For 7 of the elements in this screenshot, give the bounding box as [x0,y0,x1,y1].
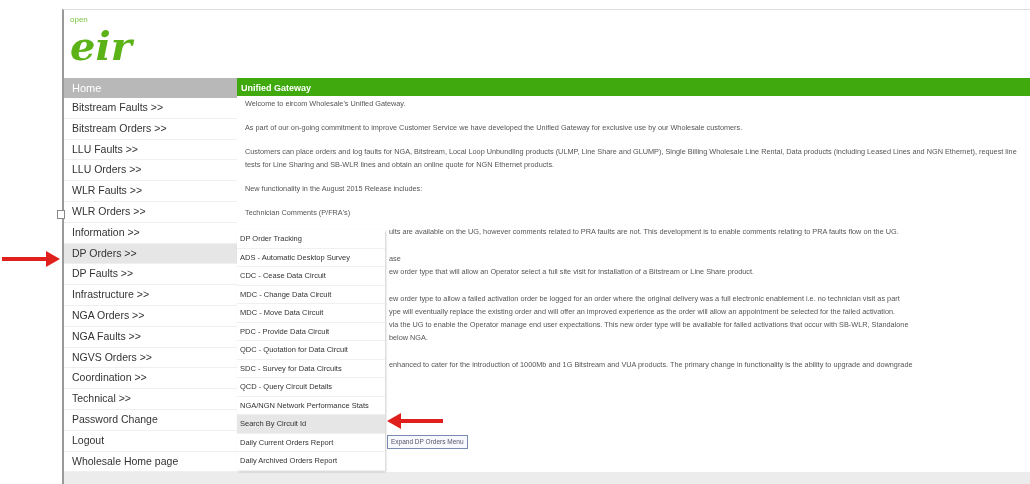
arrow-icon [387,413,443,430]
sidebar-item[interactable]: DP Orders >> [64,243,237,265]
logo-wordmark: eir [70,24,132,68]
arrow-icon [2,251,60,267]
resize-handle[interactable] [57,210,65,219]
logo-small-text: open [70,16,89,24]
content-title: Unified Gateway [237,78,1030,97]
